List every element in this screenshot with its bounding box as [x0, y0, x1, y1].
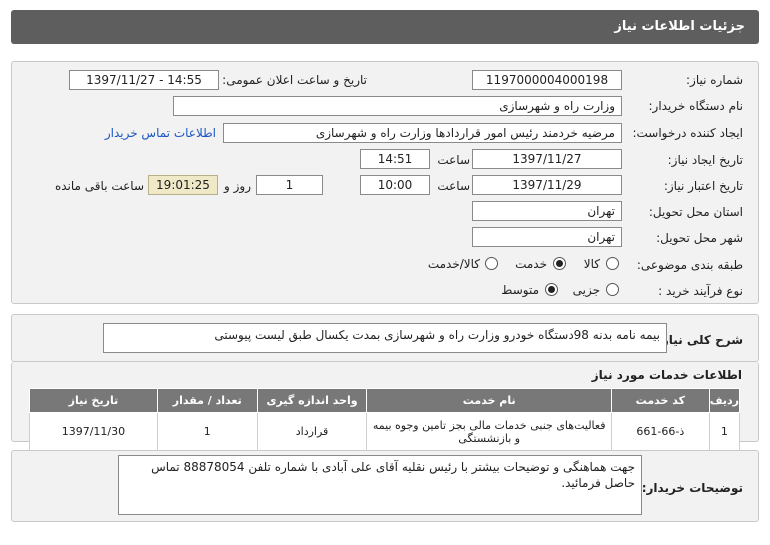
city-label: شهر محل تحویل:	[656, 231, 743, 245]
summary-label: شرح کلی نیاز:	[657, 333, 743, 347]
process-option-minor: جزیی	[572, 283, 600, 297]
category-radio-goods-service[interactable]	[485, 257, 498, 270]
service-unit: قرارداد	[256, 412, 368, 451]
remaining-days-field: 1	[256, 175, 323, 195]
requester-field: مرضیه خردمند رئیس امور قراردادها وزارت ر…	[223, 123, 622, 143]
col-row: ردیف	[708, 388, 741, 413]
col-need-date: تاریخ نیاز	[29, 388, 158, 413]
col-quantity: تعداد / مقدار	[156, 388, 258, 413]
services-table: ردیف کد خدمت نام خدمت واحد اندازه گیری ت…	[29, 388, 741, 451]
days-label: روز و	[224, 179, 251, 193]
validity-time-field: 10:00	[360, 175, 430, 195]
created-hour-label: ساعت	[437, 153, 470, 167]
category-label: طبقه بندی موضوعی:	[636, 258, 743, 272]
category-option-goods-service: کالا/خدمت	[427, 257, 480, 271]
process-radio-minor[interactable]	[606, 283, 619, 296]
table-row: 1 ذ-66-661 فعالیت‌های جنبی خدمات مالی بج…	[29, 412, 741, 451]
validity-hour-label: ساعت	[437, 179, 470, 193]
province-field: تهران	[472, 201, 622, 221]
need-number-label: شماره نیاز:	[686, 73, 743, 87]
process-option-medium: متوسط	[501, 283, 539, 297]
province-label: استان محل تحویل:	[648, 205, 743, 219]
col-service-name: نام خدمت	[366, 388, 612, 413]
validity-date-label: تاریخ اعتبار نیاز:	[663, 179, 743, 193]
requester-label: ایجاد کننده درخواست:	[632, 126, 743, 140]
buyer-contact-link[interactable]: اطلاعات تماس خریدار	[105, 126, 216, 140]
services-section-title: اطلاعات خدمات مورد نیاز	[591, 368, 742, 382]
validity-date-field: 1397/11/29	[472, 175, 622, 195]
remaining-time-field: 19:01:25	[148, 175, 218, 195]
buyer-org-label: نام دستگاه خریدار:	[648, 99, 744, 113]
category-option-goods: کالا	[583, 257, 600, 271]
need-number-field: 1197000004000198	[472, 70, 622, 90]
page-header: جزئیات اطلاعات نیاز	[11, 10, 759, 44]
summary-text: بیمه نامه بدنه 98دستگاه خودرو وزارت راه …	[103, 323, 667, 353]
services-table-header: ردیف کد خدمت نام خدمت واحد اندازه گیری ت…	[29, 388, 741, 413]
buyer-org-field: وزارت راه و شهرسازی	[173, 96, 622, 116]
announce-datetime-field: 1397/11/27 - 14:55	[69, 70, 219, 90]
process-type-label: نوع فرآیند خرید :	[658, 284, 743, 298]
service-name: فعالیت‌های جنبی خدمات مالی بجز تامین وجو…	[366, 412, 612, 451]
service-code: ذ-66-661	[610, 412, 710, 451]
city-field: تهران	[472, 227, 622, 247]
col-unit: واحد اندازه گیری	[256, 388, 368, 413]
remaining-time-label: ساعت باقی مانده	[54, 179, 144, 193]
page-title: جزئیات اطلاعات نیاز	[614, 19, 745, 34]
buyer-notes-label: توضیحات خریدار:	[641, 481, 743, 495]
announce-datetime-label: تاریخ و ساعت اعلان عمومی:	[222, 73, 367, 87]
row-number: 1	[708, 412, 741, 451]
service-quantity: 1	[156, 412, 258, 451]
buyer-notes-text: جهت هماهنگی و توضیحات بیشتر با رئیس نقلی…	[118, 455, 642, 515]
created-date-label: تاریخ ایجاد نیاز:	[667, 153, 743, 167]
category-option-service: خدمت	[515, 257, 547, 271]
service-need-date: 1397/11/30	[29, 412, 158, 451]
category-radio-goods[interactable]	[606, 257, 619, 270]
col-service-code: کد خدمت	[610, 388, 710, 413]
created-date-field: 1397/11/27	[472, 149, 622, 169]
created-time-field: 14:51	[360, 149, 430, 169]
category-radio-service[interactable]	[553, 257, 566, 270]
process-radio-medium[interactable]	[545, 283, 558, 296]
